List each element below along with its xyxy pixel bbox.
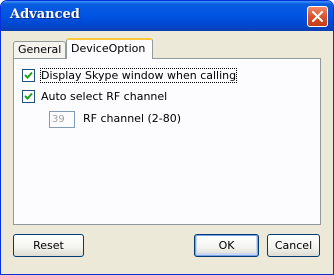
display-skype-label: Display Skype window when calling [39,67,238,83]
window-title: Advanced [10,7,80,22]
tab-deviceoption[interactable]: DeviceOption [66,38,153,59]
tab-panel-deviceoption [13,58,321,225]
title-bar[interactable]: Advanced [1,1,333,31]
close-icon [312,11,323,22]
reset-button[interactable]: Reset [13,234,84,257]
rf-channel-label: RF channel (2-80) [83,112,182,125]
advanced-dialog: Advanced General DeviceOption Display Sk… [0,0,334,275]
checkmark-icon [24,92,33,100]
rf-channel-input[interactable]: 39 [49,111,75,128]
auto-select-rf-label: Auto select RF channel [41,89,168,103]
auto-select-rf-option[interactable]: Auto select RF channel [22,89,167,103]
close-button[interactable] [307,6,328,27]
checkmark-icon [24,71,33,79]
display-skype-option[interactable]: Display Skype window when calling [22,67,238,83]
display-skype-checkbox[interactable] [22,68,35,82]
cancel-button[interactable]: Cancel [267,234,320,257]
tab-general[interactable]: General [13,41,66,58]
auto-select-rf-checkbox[interactable] [22,89,35,103]
ok-button[interactable]: OK [194,234,259,257]
